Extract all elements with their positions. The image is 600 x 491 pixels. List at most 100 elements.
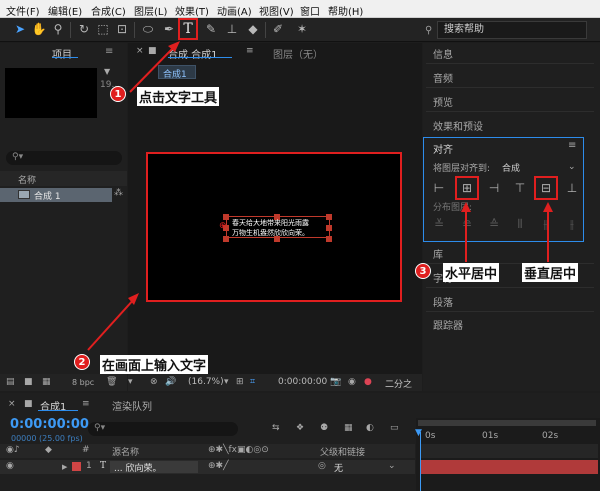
frame-blending-icon[interactable]: ▦ — [344, 423, 353, 433]
align-panel-title[interactable]: 对齐 — [433, 141, 453, 156]
align-right-icon[interactable]: ⊣ — [484, 178, 504, 198]
layer-row[interactable]: ◉ ▶ 1 T ... 欣向荣。 ⊕✱╱ ◎ 无 ⌄ — [0, 460, 415, 474]
eraser-tool-icon[interactable]: ◆ — [245, 21, 261, 38]
zoom-tool-icon[interactable]: ⚲ — [50, 21, 66, 38]
align-top-icon[interactable]: ⊤ — [510, 178, 530, 198]
pan-behind-tool-icon[interactable]: ⊡ — [114, 21, 130, 38]
menu-icon[interactable]: ≡ — [82, 399, 90, 409]
layer-label-color[interactable] — [72, 462, 81, 471]
menu-window[interactable]: 窗口 — [300, 3, 320, 18]
expand-arrow-icon[interactable]: ▶ — [62, 463, 67, 471]
chevron-down-icon[interactable]: ⌄ — [568, 162, 576, 172]
comp-timecode[interactable]: 0:00:00:00 — [278, 377, 327, 387]
clone-stamp-tool-icon[interactable]: ⊥ — [224, 21, 240, 38]
close-icon[interactable]: × — [136, 46, 144, 56]
menu-help[interactable]: 帮助(H) — [328, 3, 363, 18]
handle[interactable] — [223, 236, 229, 242]
menu-view[interactable]: 视图(V) — [259, 3, 294, 18]
timeline-search-input[interactable]: ⚲▾ — [88, 422, 238, 436]
hand-tool-icon[interactable]: ✋ — [31, 21, 47, 38]
distribute-bottom-icon[interactable]: ≙ — [484, 214, 504, 234]
distribute-top-icon[interactable]: ≚ — [429, 214, 449, 234]
menu-effect[interactable]: 效果(T) — [175, 3, 209, 18]
audio-icon[interactable]: 🔊 — [165, 377, 176, 387]
handle[interactable] — [326, 236, 332, 242]
layer-duration-bar[interactable] — [420, 460, 598, 474]
pickwhip-icon[interactable]: ◎ — [318, 461, 326, 471]
paragraph-panel-tab[interactable]: 段落 — [433, 294, 453, 309]
parent-select[interactable]: 无 — [334, 461, 343, 474]
magnify-dropdown-icon[interactable]: ▾ — [128, 377, 133, 387]
project-tab[interactable]: 项目 — [52, 46, 72, 61]
mask-icon[interactable]: ⊗ — [150, 377, 158, 387]
composition-canvas[interactable]: ⊕ 春天给大地带来阳光雨露 万物生机盎然欣欣向荣。 — [146, 152, 402, 302]
handle[interactable] — [326, 225, 332, 231]
playhead[interactable] — [420, 432, 421, 491]
menu-file[interactable]: 文件(F) — [6, 3, 40, 18]
search-help-input[interactable]: 搜索帮助 — [437, 21, 587, 39]
flowchart-icon[interactable]: ⁂ — [114, 188, 123, 198]
shy-icon[interactable]: ⚉ — [320, 423, 328, 433]
motion-blur-icon[interactable]: ◐ — [366, 423, 374, 433]
new-comp-icon[interactable]: ▦ — [42, 377, 51, 387]
layer-switches-icon[interactable]: ⊕✱╱ — [208, 461, 229, 471]
eye-icon[interactable]: ◉ — [6, 461, 14, 471]
close-icon[interactable]: × — [8, 399, 16, 409]
distribute-left-icon[interactable]: ⫴ — [510, 214, 530, 234]
source-name-header[interactable]: 源名称 — [112, 445, 139, 458]
menu-layer[interactable]: 图层(L) — [134, 3, 167, 18]
align-left-icon[interactable]: ⊢ — [429, 178, 449, 198]
rotate-tool-icon[interactable]: ↻ — [76, 21, 92, 38]
new-folder-icon[interactable]: ■ — [24, 377, 33, 387]
tracker-panel-tab[interactable]: 跟踪器 — [433, 317, 463, 332]
timeline-timecode[interactable]: 0:00:00:00 — [10, 417, 89, 432]
lock-icon[interactable]: ■ — [148, 46, 157, 56]
interpret-footage-icon[interactable]: ▤ — [6, 377, 15, 387]
anchor-point-icon[interactable]: ⊕ — [219, 221, 227, 231]
parent-header[interactable]: 父级和链接 — [320, 445, 365, 458]
brush-tool-icon[interactable]: ✎ — [203, 21, 219, 38]
pen-tool-icon[interactable]: ✒ — [161, 21, 177, 38]
library-panel-tab[interactable]: 库 — [433, 246, 443, 261]
menu-edit[interactable]: 编辑(E) — [48, 3, 82, 18]
selection-tool-icon[interactable]: ➤ — [12, 21, 28, 38]
column-name-header[interactable]: 名称 — [18, 173, 36, 186]
render-queue-tab[interactable]: 渲染队列 — [112, 398, 152, 413]
menu-icon[interactable]: ■ — [24, 399, 33, 409]
layer-name-field[interactable]: ... 欣向荣。 — [110, 461, 198, 474]
menu-animation[interactable]: 动画(A) — [217, 3, 252, 18]
layer-tab[interactable]: 图层（无） — [273, 46, 323, 61]
work-area-bar[interactable] — [418, 420, 596, 426]
info-panel-tab[interactable]: 信息 — [433, 46, 453, 61]
menu-composition[interactable]: 合成(C) — [91, 3, 126, 18]
dropdown-arrow-icon[interactable]: ▼ — [104, 67, 110, 76]
preview-panel-tab[interactable]: 预览 — [433, 94, 453, 109]
ellipse-tool-icon[interactable]: ⬭ — [140, 21, 156, 38]
composition-flowchart-icon[interactable]: ⇆ — [272, 423, 280, 433]
chevron-down-icon[interactable]: ⌄ — [388, 461, 396, 471]
snapshot-icon[interactable]: 📷 — [330, 377, 341, 387]
distribute-vcenter-icon[interactable]: ≘ — [457, 214, 477, 234]
handle[interactable] — [326, 214, 332, 220]
comp-chip[interactable]: 合成1 — [158, 65, 196, 80]
composition-tab[interactable]: 合成 合成1 — [168, 46, 218, 61]
show-snapshot-icon[interactable]: ◉ — [348, 377, 356, 387]
color-channel-icon[interactable]: ● — [364, 377, 372, 387]
roto-brush-tool-icon[interactable]: ✐ — [270, 21, 286, 38]
menu-icon[interactable]: ≡ — [105, 46, 113, 57]
menu-icon[interactable]: ≡ — [246, 46, 254, 56]
distribute-right-icon[interactable]: ⫲ — [562, 214, 582, 234]
project-search-input[interactable]: ⚲▾ — [6, 151, 122, 165]
resolution-dropdown[interactable]: 二分之 — [385, 377, 412, 390]
audio-panel-tab[interactable]: 音频 — [433, 70, 453, 85]
chevron-down-icon[interactable]: ▾ — [224, 377, 229, 387]
region-icon[interactable]: ⌗ — [250, 377, 255, 387]
align-to-select[interactable]: 合成 — [502, 161, 520, 174]
handle[interactable] — [223, 214, 229, 220]
bit-depth-label[interactable]: 8 bpc — [72, 378, 94, 387]
playhead-handle-icon[interactable]: ▼ — [415, 428, 422, 438]
project-item-row[interactable]: 合成 1 — [0, 188, 112, 202]
camera-tool-icon[interactable]: ⬚ — [95, 21, 111, 38]
effects-presets-panel-tab[interactable]: 效果和预设 — [433, 118, 483, 133]
menu-icon[interactable]: ≡ — [568, 140, 576, 151]
